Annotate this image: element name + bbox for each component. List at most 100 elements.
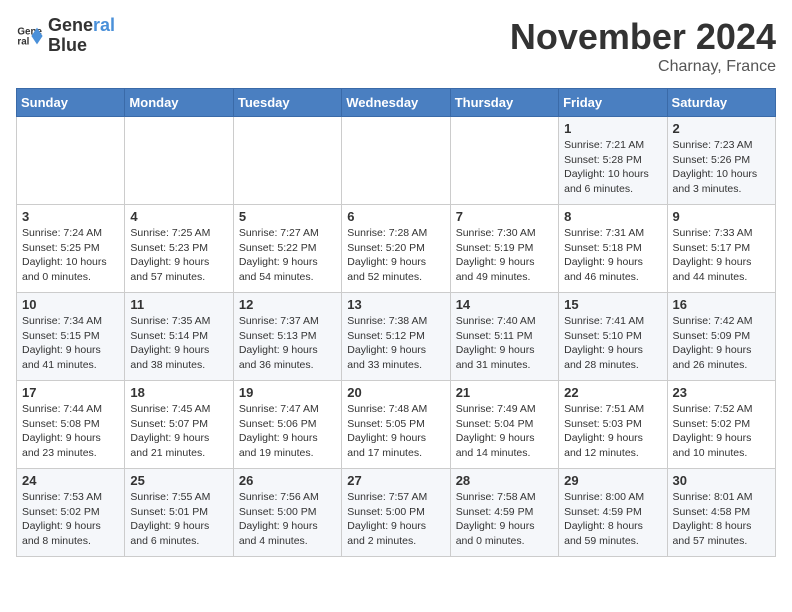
day-content: Sunrise: 7:35 AMSunset: 5:14 PMDaylight:… — [130, 314, 227, 373]
day-content: Sunrise: 8:01 AMSunset: 4:58 PMDaylight:… — [673, 490, 770, 549]
weekday-header: Wednesday — [342, 89, 450, 117]
calendar-cell — [17, 117, 125, 205]
day-content: Sunrise: 7:57 AMSunset: 5:00 PMDaylight:… — [347, 490, 444, 549]
calendar-cell: 13 Sunrise: 7:38 AMSunset: 5:12 PMDayligh… — [342, 293, 450, 381]
calendar-cell: 20 Sunrise: 7:48 AMSunset: 5:05 PMDayligh… — [342, 381, 450, 469]
day-content: Sunrise: 7:51 AMSunset: 5:03 PMDaylight:… — [564, 402, 661, 461]
calendar-cell: 5 Sunrise: 7:27 AMSunset: 5:22 PMDaylight… — [233, 205, 341, 293]
day-number: 2 — [673, 121, 770, 136]
day-content: Sunrise: 7:42 AMSunset: 5:09 PMDaylight:… — [673, 314, 770, 373]
header-row: SundayMondayTuesdayWednesdayThursdayFrid… — [17, 89, 776, 117]
day-number: 16 — [673, 297, 770, 312]
day-content: Sunrise: 7:45 AMSunset: 5:07 PMDaylight:… — [130, 402, 227, 461]
day-number: 17 — [22, 385, 119, 400]
day-content: Sunrise: 7:37 AMSunset: 5:13 PMDaylight:… — [239, 314, 336, 373]
weekday-header: Sunday — [17, 89, 125, 117]
day-content: Sunrise: 7:47 AMSunset: 5:06 PMDaylight:… — [239, 402, 336, 461]
calendar-cell: 28 Sunrise: 7:58 AMSunset: 4:59 PMDayligh… — [450, 469, 558, 557]
day-number: 14 — [456, 297, 553, 312]
day-number: 25 — [130, 473, 227, 488]
day-content: Sunrise: 7:41 AMSunset: 5:10 PMDaylight:… — [564, 314, 661, 373]
calendar-week: 10 Sunrise: 7:34 AMSunset: 5:15 PMDayligh… — [17, 293, 776, 381]
calendar-week: 3Sunrise: 7:24 AMSunset: 5:25 PMDaylight… — [17, 205, 776, 293]
day-number: 7 — [456, 209, 553, 224]
day-number: 3 — [22, 209, 119, 224]
day-number: 28 — [456, 473, 553, 488]
day-content: Sunrise: 7:30 AMSunset: 5:19 PMDaylight:… — [456, 226, 553, 285]
logo-text: GeneralBlue — [48, 16, 115, 56]
svg-text:ral: ral — [17, 36, 29, 47]
day-number: 23 — [673, 385, 770, 400]
calendar-cell — [125, 117, 233, 205]
weekday-header: Thursday — [450, 89, 558, 117]
calendar-cell: 17 Sunrise: 7:44 AMSunset: 5:08 PMDayligh… — [17, 381, 125, 469]
day-number: 11 — [130, 297, 227, 312]
calendar-cell: 16 Sunrise: 7:42 AMSunset: 5:09 PMDayligh… — [667, 293, 775, 381]
day-number: 26 — [239, 473, 336, 488]
day-content: Sunrise: 7:55 AMSunset: 5:01 PMDaylight:… — [130, 490, 227, 549]
day-content: Sunrise: 7:53 AMSunset: 5:02 PMDaylight:… — [22, 490, 119, 549]
calendar-cell: 22 Sunrise: 7:51 AMSunset: 5:03 PMDayligh… — [559, 381, 667, 469]
calendar-cell: 29 Sunrise: 8:00 AMSunset: 4:59 PMDayligh… — [559, 469, 667, 557]
day-content: Sunrise: 7:58 AMSunset: 4:59 PMDaylight:… — [456, 490, 553, 549]
calendar-cell: 7 Sunrise: 7:30 AMSunset: 5:19 PMDaylight… — [450, 205, 558, 293]
logo: Gene ral GeneralBlue — [16, 16, 115, 56]
day-number: 29 — [564, 473, 661, 488]
day-content: Sunrise: 7:34 AMSunset: 5:15 PMDaylight:… — [22, 314, 119, 373]
day-number: 5 — [239, 209, 336, 224]
weekday-header: Tuesday — [233, 89, 341, 117]
day-number: 8 — [564, 209, 661, 224]
logo-icon: Gene ral — [16, 22, 44, 50]
calendar-cell: 14 Sunrise: 7:40 AMSunset: 5:11 PMDayligh… — [450, 293, 558, 381]
calendar-cell: 27 Sunrise: 7:57 AMSunset: 5:00 PMDayligh… — [342, 469, 450, 557]
calendar-cell: 2 Sunrise: 7:23 AMSunset: 5:26 PMDaylight… — [667, 117, 775, 205]
day-content: Sunrise: 7:38 AMSunset: 5:12 PMDaylight:… — [347, 314, 444, 373]
day-number: 30 — [673, 473, 770, 488]
day-content: Sunrise: 7:40 AMSunset: 5:11 PMDaylight:… — [456, 314, 553, 373]
day-number: 1 — [564, 121, 661, 136]
day-content: Sunrise: 7:52 AMSunset: 5:02 PMDaylight:… — [673, 402, 770, 461]
day-content: Sunrise: 7:49 AMSunset: 5:04 PMDaylight:… — [456, 402, 553, 461]
calendar-cell: 24 Sunrise: 7:53 AMSunset: 5:02 PMDayligh… — [17, 469, 125, 557]
calendar-cell: 3Sunrise: 7:24 AMSunset: 5:25 PMDaylight… — [17, 205, 125, 293]
day-content: Sunrise: 7:33 AMSunset: 5:17 PMDaylight:… — [673, 226, 770, 285]
day-content: Sunrise: 7:21 AMSunset: 5:28 PMDaylight:… — [564, 138, 661, 197]
calendar-cell: 4 Sunrise: 7:25 AMSunset: 5:23 PMDaylight… — [125, 205, 233, 293]
calendar-cell: 18 Sunrise: 7:45 AMSunset: 5:07 PMDayligh… — [125, 381, 233, 469]
day-content: Sunrise: 7:44 AMSunset: 5:08 PMDaylight:… — [22, 402, 119, 461]
day-content: Sunrise: 7:23 AMSunset: 5:26 PMDaylight:… — [673, 138, 770, 197]
calendar-cell — [233, 117, 341, 205]
day-content: Sunrise: 7:48 AMSunset: 5:05 PMDaylight:… — [347, 402, 444, 461]
calendar-body: 1 Sunrise: 7:21 AMSunset: 5:28 PMDaylight… — [17, 117, 776, 557]
day-number: 22 — [564, 385, 661, 400]
calendar-cell: 1 Sunrise: 7:21 AMSunset: 5:28 PMDaylight… — [559, 117, 667, 205]
calendar-cell: 15Sunrise: 7:41 AMSunset: 5:10 PMDayligh… — [559, 293, 667, 381]
day-number: 20 — [347, 385, 444, 400]
calendar-cell: 23 Sunrise: 7:52 AMSunset: 5:02 PMDayligh… — [667, 381, 775, 469]
weekday-header: Saturday — [667, 89, 775, 117]
calendar-cell: 8Sunrise: 7:31 AMSunset: 5:18 PMDaylight… — [559, 205, 667, 293]
day-number: 10 — [22, 297, 119, 312]
day-number: 6 — [347, 209, 444, 224]
day-number: 27 — [347, 473, 444, 488]
calendar-cell: 6Sunrise: 7:28 AMSunset: 5:20 PMDaylight… — [342, 205, 450, 293]
day-number: 19 — [239, 385, 336, 400]
location: Charnay, France — [510, 58, 776, 76]
title-block: November 2024 Charnay, France — [510, 16, 776, 76]
calendar-table: SundayMondayTuesdayWednesdayThursdayFrid… — [16, 88, 776, 557]
day-number: 18 — [130, 385, 227, 400]
day-number: 13 — [347, 297, 444, 312]
day-content: Sunrise: 8:00 AMSunset: 4:59 PMDaylight:… — [564, 490, 661, 549]
day-content: Sunrise: 7:27 AMSunset: 5:22 PMDaylight:… — [239, 226, 336, 285]
day-number: 24 — [22, 473, 119, 488]
calendar-week: 1 Sunrise: 7:21 AMSunset: 5:28 PMDaylight… — [17, 117, 776, 205]
calendar-cell: 19 Sunrise: 7:47 AMSunset: 5:06 PMDayligh… — [233, 381, 341, 469]
day-content: Sunrise: 7:25 AMSunset: 5:23 PMDaylight:… — [130, 226, 227, 285]
calendar-cell — [342, 117, 450, 205]
weekday-header: Monday — [125, 89, 233, 117]
day-content: Sunrise: 7:56 AMSunset: 5:00 PMDaylight:… — [239, 490, 336, 549]
calendar-cell: 11 Sunrise: 7:35 AMSunset: 5:14 PMDayligh… — [125, 293, 233, 381]
page-header: Gene ral GeneralBlue November 2024 Charn… — [16, 16, 776, 76]
day-number: 4 — [130, 209, 227, 224]
month-title: November 2024 — [510, 16, 776, 58]
